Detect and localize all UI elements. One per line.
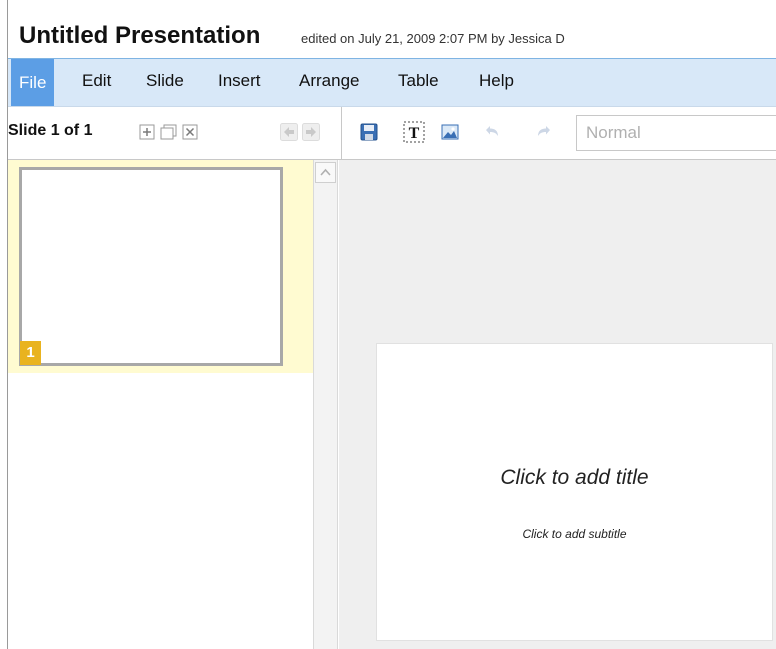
duplicate-slide-icon[interactable] xyxy=(160,124,178,142)
delete-slide-icon[interactable] xyxy=(182,124,200,142)
image-icon[interactable] xyxy=(441,123,459,141)
save-icon[interactable] xyxy=(360,123,378,141)
paragraph-style-select[interactable]: Normal xyxy=(576,115,776,151)
add-slide-icon[interactable] xyxy=(139,124,157,142)
menu-table[interactable]: Table xyxy=(398,71,439,91)
move-slide-up-icon[interactable] xyxy=(280,123,298,141)
slide-thumbnail[interactable] xyxy=(19,167,283,366)
menu-bar: File Edit Slide Insert Arrange Table Hel… xyxy=(8,59,776,107)
slide-canvas: Click to add title Click to add subtitle xyxy=(339,160,776,649)
svg-text:T: T xyxy=(409,125,420,142)
document-title[interactable]: Untitled Presentation xyxy=(19,22,260,50)
menu-help[interactable]: Help xyxy=(479,71,514,91)
toolbar-divider xyxy=(341,107,342,159)
slide-number-badge: 1 xyxy=(20,341,41,365)
undo-icon[interactable] xyxy=(483,124,501,142)
menu-slide[interactable]: Slide xyxy=(146,71,184,91)
toolbar: Slide 1 of 1 T Normal xyxy=(8,107,776,160)
slide-counter: Slide 1 of 1 xyxy=(8,122,92,140)
menu-insert[interactable]: Insert xyxy=(218,71,261,91)
slide-sidebar: 1 xyxy=(8,160,313,649)
slide-editor[interactable]: Click to add title Click to add subtitle xyxy=(376,343,773,641)
menu-file[interactable]: File xyxy=(11,59,55,106)
menu-arrange[interactable]: Arrange xyxy=(299,71,359,91)
redo-icon[interactable] xyxy=(535,124,553,142)
chevron-up-icon xyxy=(320,168,331,176)
slide-subtitle-placeholder[interactable]: Click to add subtitle xyxy=(377,527,772,541)
edit-info: edited on July 21, 2009 2:07 PM by Jessi… xyxy=(301,31,565,46)
scroll-up-button[interactable] xyxy=(315,162,336,183)
slide-counter-value: 1 of 1 xyxy=(50,122,93,139)
slide-thumbnail-row[interactable]: 1 xyxy=(8,160,313,373)
slide-counter-label: Slide xyxy=(8,122,47,139)
app-window: Untitled Presentation edited on July 21,… xyxy=(7,0,776,649)
title-bar: Untitled Presentation edited on July 21,… xyxy=(8,0,776,59)
slide-title-placeholder[interactable]: Click to add title xyxy=(377,466,772,490)
paragraph-style-value: Normal xyxy=(586,123,641,142)
move-slide-down-icon[interactable] xyxy=(302,123,320,141)
sidebar-scrollbar[interactable] xyxy=(313,160,338,649)
menu-edit[interactable]: Edit xyxy=(82,71,111,91)
text-box-icon[interactable]: T xyxy=(403,121,425,143)
